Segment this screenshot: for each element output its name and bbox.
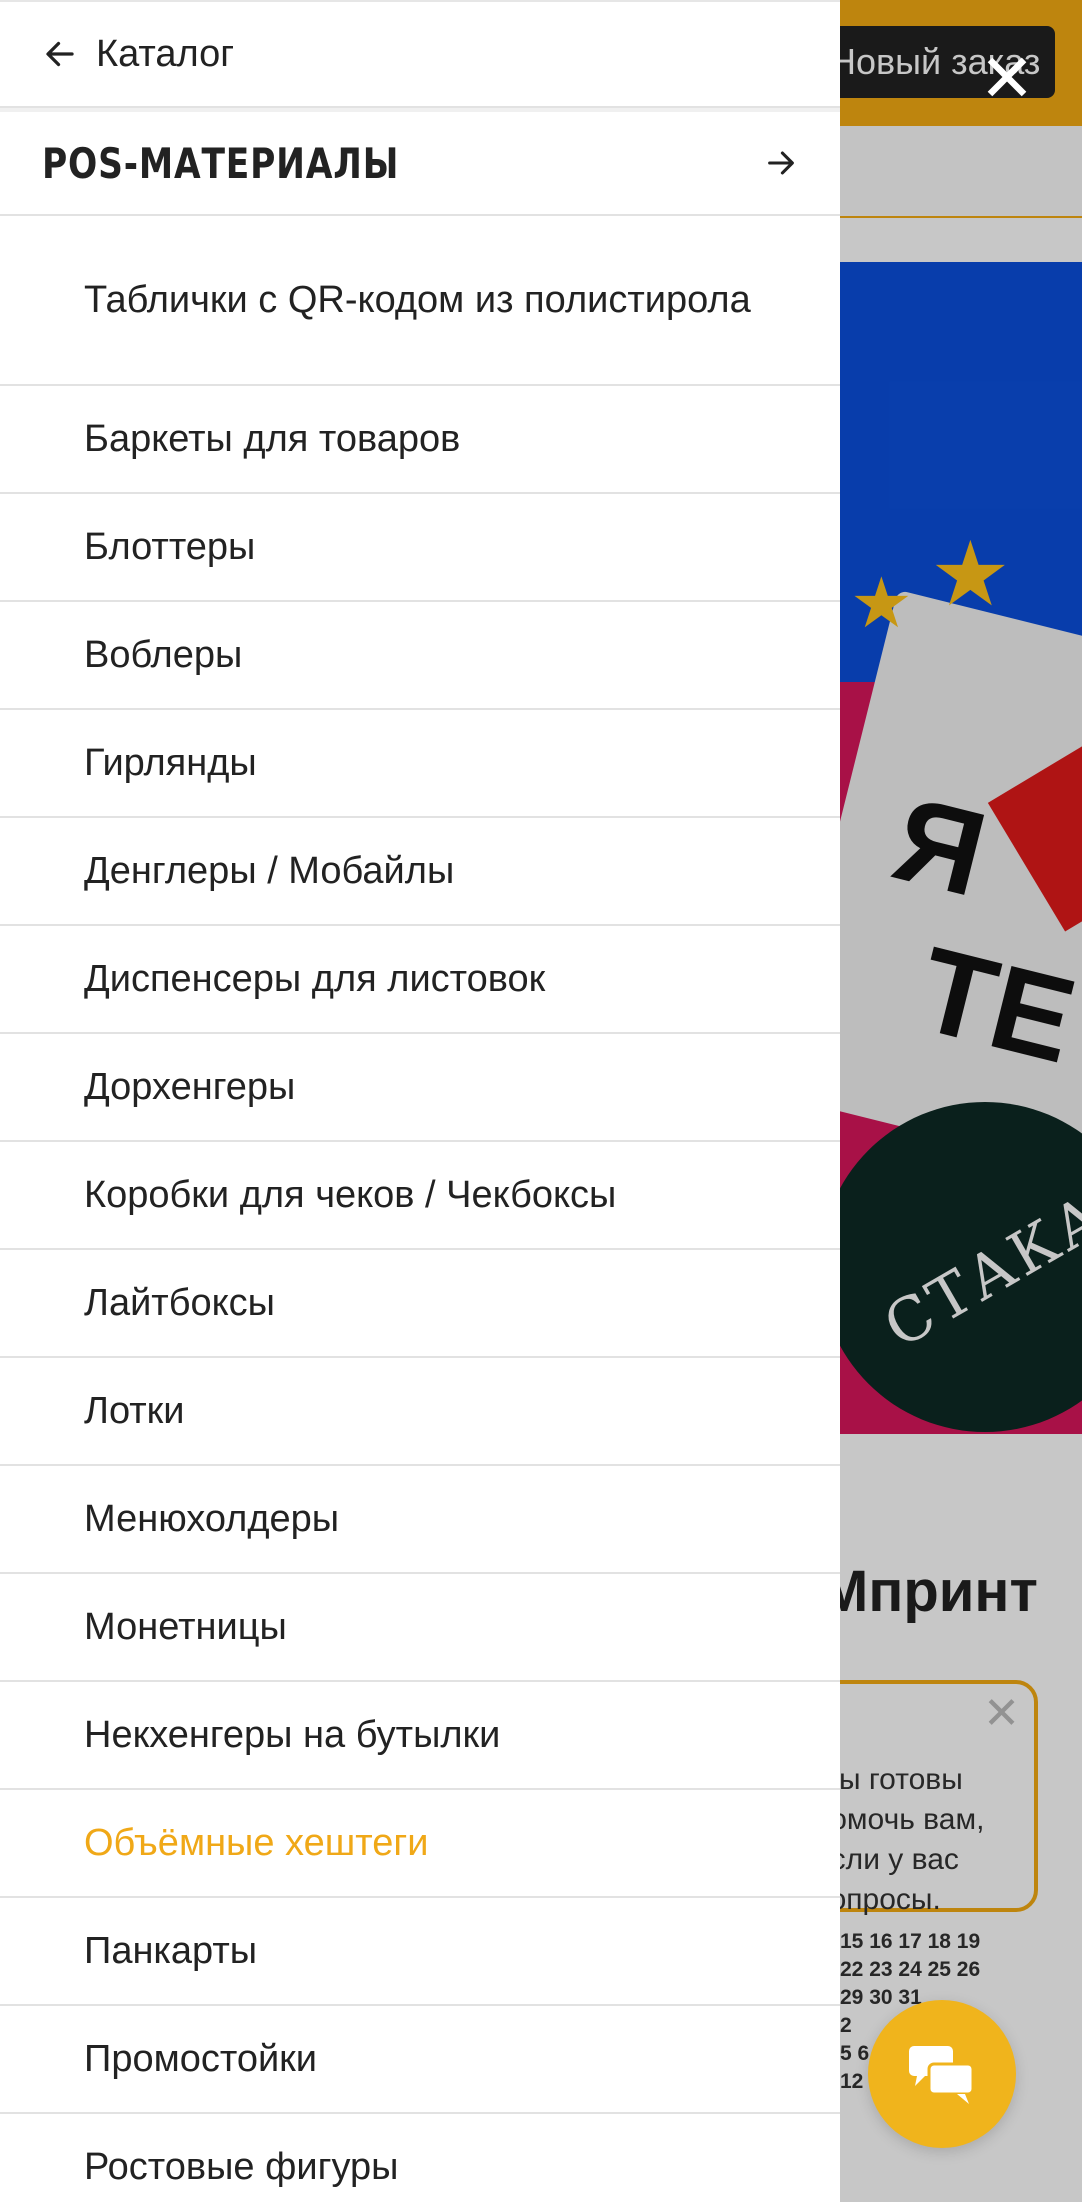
- section-title: POS-МАТЕРИАЛЫ: [42, 138, 400, 188]
- menu-item-wobblers[interactable]: Воблеры: [0, 602, 840, 710]
- menu-item-leaflet-dispensers[interactable]: Диспенсеры для листовок: [0, 926, 840, 1034]
- back-to-catalog[interactable]: Каталог: [0, 0, 840, 108]
- menu-item-pancartes[interactable]: Панкарты: [0, 1898, 840, 2006]
- arrow-left-icon: [46, 41, 74, 67]
- menu-item-neckhangers[interactable]: Некхенгеры на бутылки: [0, 1682, 840, 1790]
- chat-icon: [909, 2046, 975, 2104]
- arrow-right-icon: [768, 151, 794, 175]
- menu-item-promo-stands[interactable]: Промостойки: [0, 2006, 840, 2114]
- menu-item-barkets[interactable]: Баркеты для товаров: [0, 386, 840, 494]
- menu-item-hashtags[interactable]: Объёмные хештеги: [0, 1790, 840, 1898]
- catalog-drawer: Каталог POS-МАТЕРИАЛЫ Таблички с QR-кодо…: [0, 0, 840, 2202]
- menu-item-menuholders[interactable]: Менюхолдеры: [0, 1466, 840, 1574]
- menu-item-qr-plates[interactable]: Таблички с QR-кодом из полистирола: [0, 216, 840, 386]
- close-icon[interactable]: ✕: [975, 45, 1039, 111]
- back-label: Каталог: [96, 32, 235, 75]
- chat-button[interactable]: [868, 2000, 1016, 2148]
- category-list: Таблички с QR-кодом из полистирола Барке…: [0, 216, 840, 2202]
- menu-item-coin-trays[interactable]: Монетницы: [0, 1574, 840, 1682]
- menu-item-trays[interactable]: Лотки: [0, 1358, 840, 1466]
- menu-item-doorhangers[interactable]: Дорхенгеры: [0, 1034, 840, 1142]
- menu-item-garlands[interactable]: Гирлянды: [0, 710, 840, 818]
- section-pos-materials[interactable]: POS-МАТЕРИАЛЫ: [0, 108, 840, 216]
- menu-item-danglers[interactable]: Денглеры / Мобайлы: [0, 818, 840, 926]
- menu-item-checkboxes[interactable]: Коробки для чеков / Чекбоксы: [0, 1142, 840, 1250]
- menu-item-blotters[interactable]: Блоттеры: [0, 494, 840, 602]
- menu-item-life-size-figures[interactable]: Ростовые фигуры: [0, 2114, 840, 2202]
- menu-item-lightboxes[interactable]: Лайтбоксы: [0, 1250, 840, 1358]
